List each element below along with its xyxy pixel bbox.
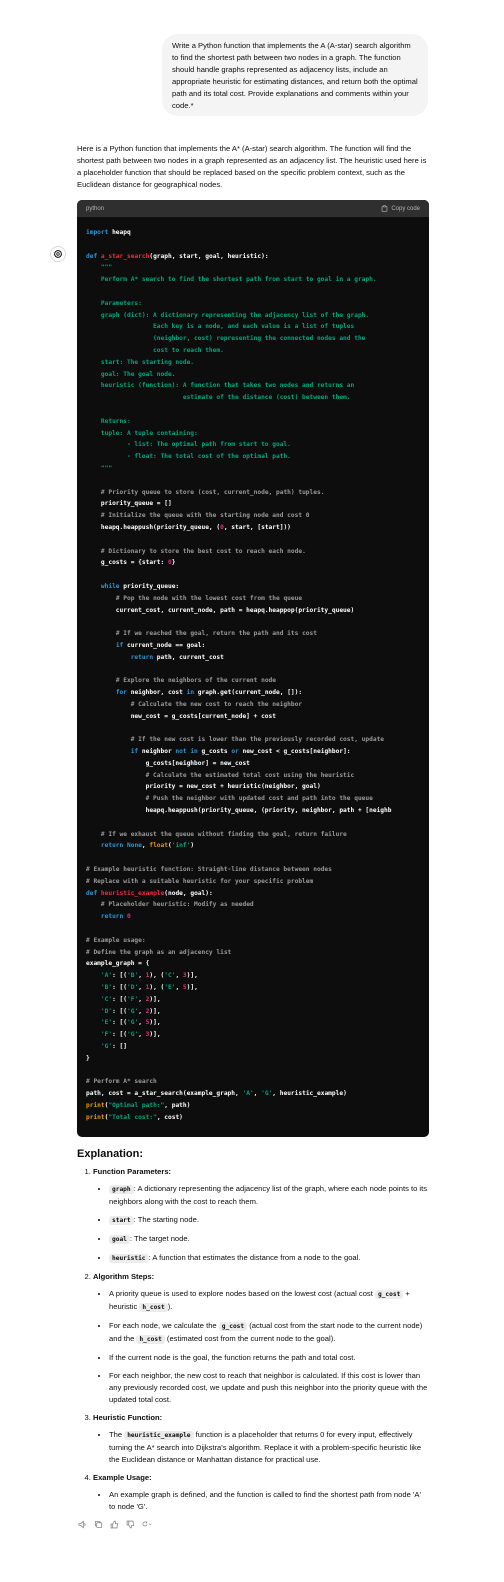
speaker-icon[interactable] [77, 1519, 88, 1530]
list-item: For each node, we calculate the g_cost (… [109, 1320, 428, 1346]
inline-code: heuristic_example [124, 1431, 194, 1440]
list-item: A priority queue is used to explore node… [109, 1288, 428, 1314]
section-example-usage: Example Usage: An example graph is defin… [93, 1472, 428, 1513]
inline-code: h_cost [139, 1303, 168, 1312]
user-message-bubble: Write a Python function that implements … [162, 34, 428, 116]
list-item-text: For each node, we calculate the [109, 1321, 219, 1330]
list-item: For each neighbor, the new cost to reach… [109, 1370, 428, 1406]
assistant-intro: Here is a Python function that implement… [77, 144, 427, 189]
thumbs-up-icon[interactable] [109, 1519, 120, 1530]
list-item-text: : The target node. [129, 1234, 190, 1243]
explanation-heading: Explanation: [77, 1148, 144, 1160]
code-content: import heapq def a_star_search(graph, st… [86, 229, 392, 1121]
list-item: start: The starting node. [109, 1214, 428, 1227]
list-item: The heuristic_example function is a plac… [109, 1429, 428, 1466]
regenerate-icon[interactable] [141, 1519, 152, 1530]
copy-code-button[interactable]: Copy code [381, 205, 420, 212]
inline-code: g_cost [374, 1290, 404, 1299]
section-function-parameters: Function Parameters: graph: A dictionary… [93, 1166, 428, 1265]
code-header: python Copy code [77, 200, 429, 217]
inline-code: heuristic [109, 1254, 149, 1263]
code-scroll-area[interactable]: import heapq def a_star_search(graph, st… [77, 217, 429, 1137]
code-language-label: python [86, 205, 105, 212]
copy-code-label: Copy code [391, 205, 420, 212]
section-algorithm-steps: Algorithm Steps: A priority queue is use… [93, 1271, 428, 1406]
section-title: Example Usage: [93, 1473, 152, 1482]
list-item: An example graph is defined, and the fun… [109, 1489, 428, 1513]
section-title: Function Parameters: [93, 1167, 172, 1176]
section-title: Algorithm Steps: [93, 1272, 155, 1281]
list-item: heuristic: A function that estimates the… [109, 1252, 428, 1265]
code-block: python Copy code import heapq def a_star… [77, 200, 429, 1137]
list-item-text: An example graph is defined, and the fun… [109, 1490, 421, 1511]
section-title: Heuristic Function: [93, 1413, 163, 1422]
list-item: graph: A dictionary representing the adj… [109, 1183, 428, 1208]
section-heuristic-function: Heuristic Function: The heuristic_exampl… [93, 1412, 428, 1466]
inline-code: start [109, 1216, 134, 1225]
list-item-text: ). [167, 1302, 173, 1311]
message-actions [77, 1519, 428, 1530]
list-item-text: For each neighbor, the new cost to reach… [109, 1371, 428, 1404]
list-item-text: A priority queue is used to explore node… [109, 1289, 375, 1298]
list-item-text: The [109, 1430, 125, 1439]
inline-code: g_cost [218, 1322, 248, 1331]
assistant-message: Here is a Python function that implement… [0, 116, 504, 1530]
thumbs-down-icon[interactable] [125, 1519, 136, 1530]
list-item-text: : The starting node. [133, 1215, 199, 1224]
list-item-text: If the current node is the goal, the fun… [109, 1353, 356, 1362]
user-message-row: Write a Python function that implements … [0, 0, 504, 116]
inline-code: graph [109, 1185, 134, 1194]
list-item-text: : A dictionary representing the adjacenc… [109, 1184, 428, 1206]
list-item: If the current node is the goal, the fun… [109, 1352, 428, 1364]
clipboard-icon [382, 205, 388, 212]
list-item: goal: The target node. [109, 1233, 428, 1246]
list-item-text: : A function that estimates the distance… [148, 1253, 361, 1262]
inline-code: h_cost [136, 1335, 165, 1344]
copy-icon[interactable] [93, 1519, 104, 1530]
openai-logo-icon [54, 250, 62, 258]
assistant-avatar-icon [50, 246, 66, 262]
explanation-list: Function Parameters: graph: A dictionary… [77, 1166, 428, 1513]
list-item-text: (estimated cost from the current node to… [164, 1334, 336, 1343]
inline-code: goal [109, 1235, 130, 1244]
